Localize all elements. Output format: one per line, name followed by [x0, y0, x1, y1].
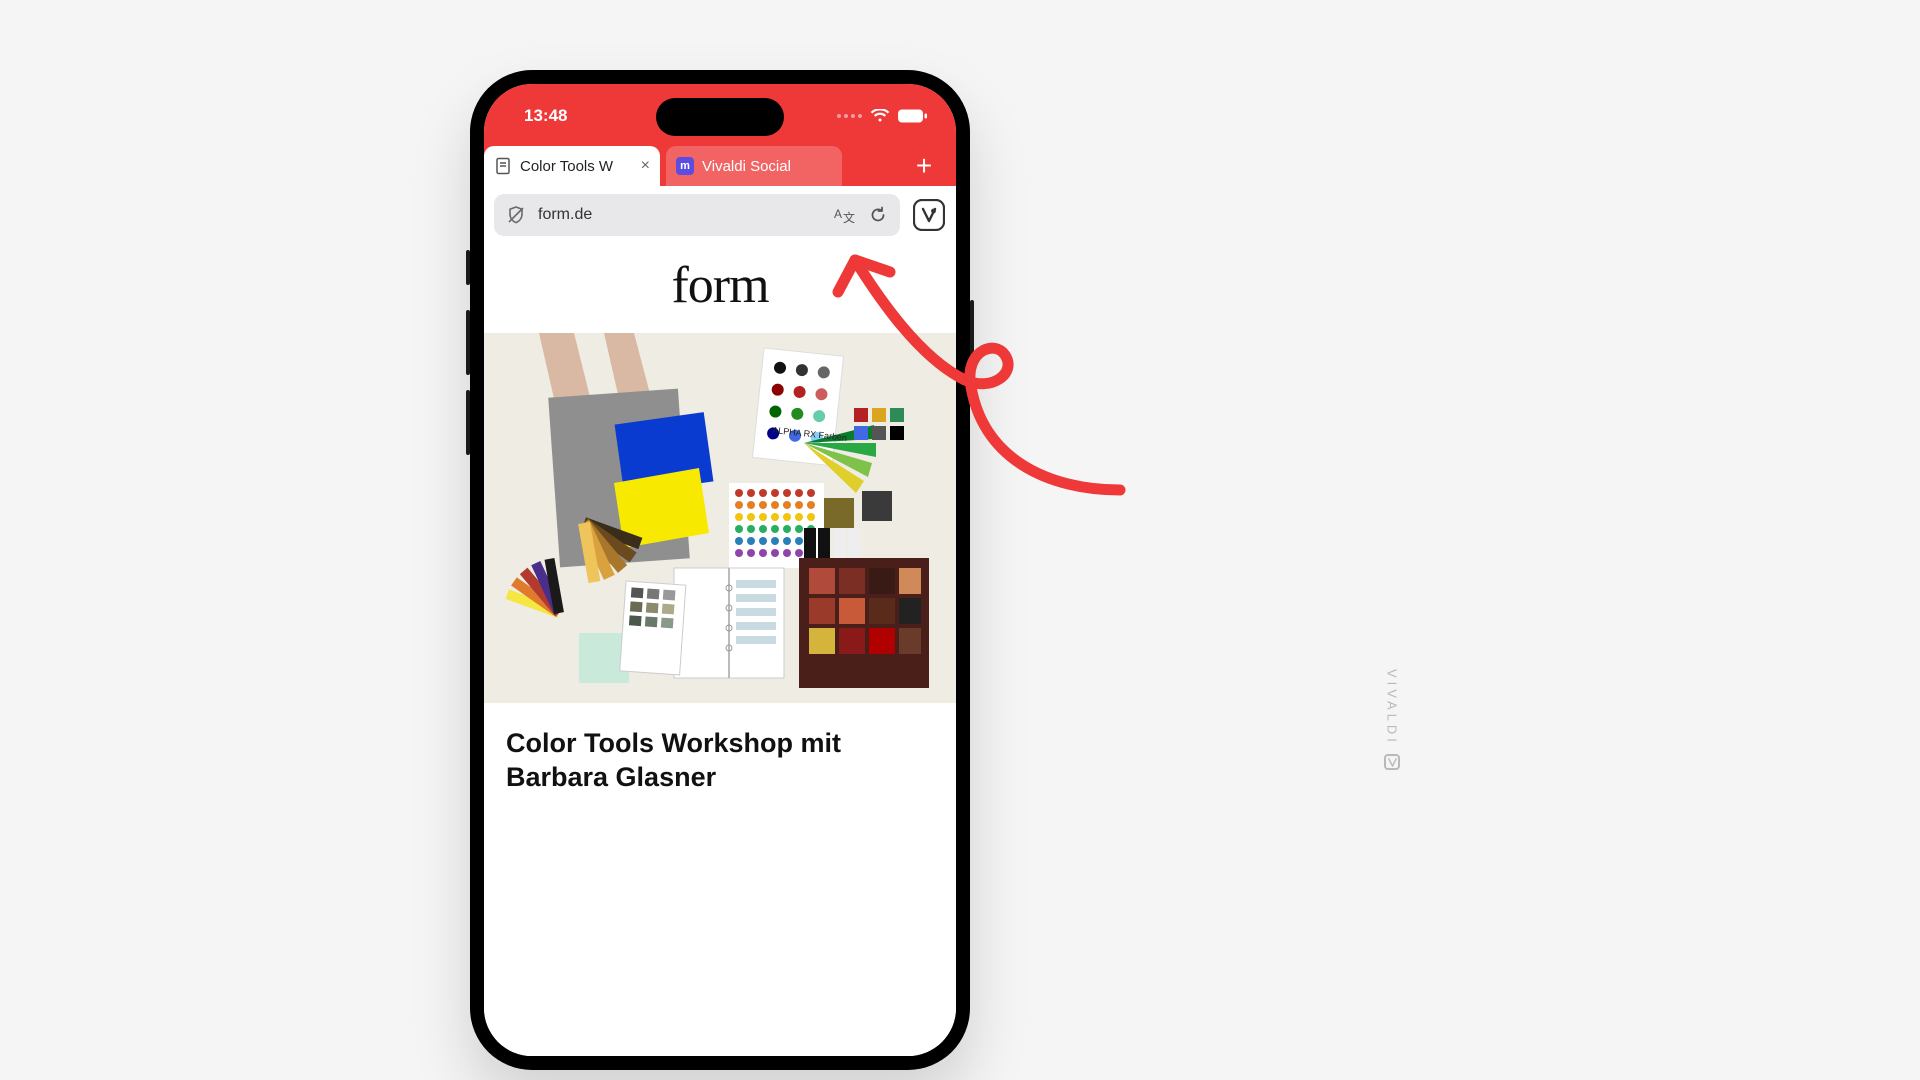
tab-close-button[interactable]: ×: [641, 158, 650, 174]
tab-inactive[interactable]: m Vivaldi Social: [666, 146, 842, 186]
wifi-icon: [870, 109, 890, 123]
phone-power-button: [970, 300, 974, 400]
reload-icon[interactable]: [868, 205, 888, 225]
status-time: 13:48: [524, 106, 567, 126]
svg-text:A: A: [834, 207, 842, 221]
shield-icon[interactable]: [506, 205, 526, 225]
status-icons: [837, 109, 928, 123]
vivaldi-logo-icon: [1384, 754, 1400, 770]
address-bar[interactable]: form.de A文: [494, 194, 900, 236]
phone-mute-switch: [466, 250, 470, 285]
mastodon-icon: m: [676, 157, 694, 175]
phone-volume-down: [466, 390, 470, 455]
article-hero-image: ALPHA RX Farben: [484, 333, 956, 703]
new-tab-button[interactable]: +: [904, 150, 944, 186]
phone-frame: 13:48 Color Tools W ×: [470, 70, 970, 1070]
site-logo: form: [484, 244, 956, 333]
tab-active[interactable]: Color Tools W ×: [484, 146, 660, 186]
article-title: Color Tools Workshop mit Barbara Glasner: [484, 703, 956, 805]
toolbar: form.de A文: [484, 186, 956, 244]
phone-volume-up: [466, 310, 470, 375]
tab-strip: Color Tools W × m Vivaldi Social +: [484, 140, 956, 186]
translate-icon[interactable]: A文: [834, 205, 856, 225]
watermark-text: VIVALDI: [1385, 669, 1400, 746]
webpage-content[interactable]: form: [484, 244, 956, 1056]
url-text: form.de: [538, 206, 822, 224]
tab-active-label: Color Tools W: [520, 158, 633, 175]
cellular-dots-icon: [837, 114, 862, 118]
vivaldi-menu-button[interactable]: [912, 198, 946, 232]
page-icon: [494, 157, 512, 175]
dynamic-island: [656, 98, 784, 136]
tab-inactive-label: Vivaldi Social: [702, 158, 832, 175]
vivaldi-watermark: VIVALDI: [1384, 669, 1400, 770]
phone-screen: 13:48 Color Tools W ×: [484, 84, 956, 1056]
svg-text:文: 文: [843, 210, 855, 225]
battery-icon: [898, 109, 928, 123]
